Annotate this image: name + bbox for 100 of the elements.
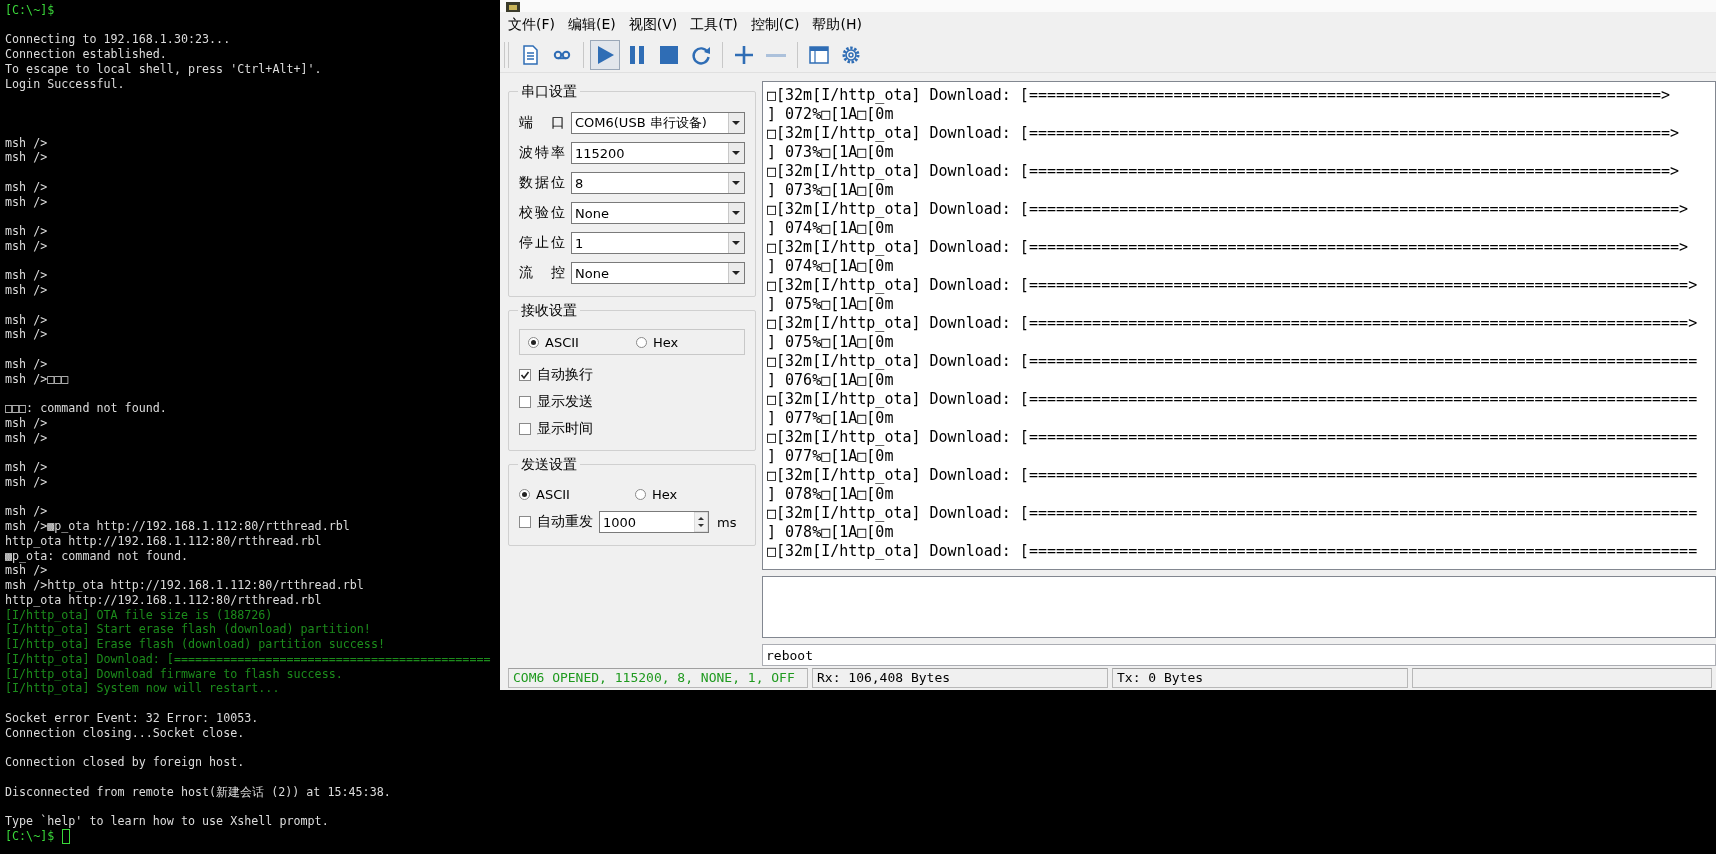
terminal-line: [I/http_ota] Start erase flash (download) partition! (5, 622, 371, 638)
menu-item[interactable]: 文件(F) (502, 16, 561, 34)
terminal-line: msh />▩p_ota http://192.168.1.112:80/rtthread.rbl (5, 519, 350, 535)
shell-prompt: [C:\~]$ (5, 828, 55, 844)
command-field[interactable]: reboot (762, 644, 1716, 666)
checkbox-option[interactable]: 自动重发 (519, 508, 593, 536)
output-line: ] 078%□[1A□[0m (767, 523, 894, 541)
checkbox-option[interactable]: 自动换行 (519, 361, 745, 388)
output-line: ] 075%□[1A□[0m (767, 295, 894, 313)
terminal-line: □□□: command not found. (5, 401, 167, 417)
radio-button[interactable]: ASCII (519, 486, 629, 502)
caret-icon (728, 113, 744, 133)
terminal-line: [I/http_ota] Download firmware to flash success. (5, 666, 343, 682)
terminal-line: ▩p_ota: command not found. (5, 548, 188, 564)
menu-item[interactable]: 控制(C) (744, 16, 806, 34)
output-line: □[32m[I/http_ota] Download: [========================================================================== (767, 390, 1698, 408)
group-title: 接收设置 (518, 301, 580, 319)
terminal-line: msh /> (5, 327, 48, 343)
output-line: □[32m[I/http_ota] Download: [========================================================================> (767, 200, 1689, 218)
menu-item[interactable]: 编辑(E) (562, 16, 622, 34)
output-line: ] 078%□[1A□[0m (767, 485, 894, 503)
caret-icon (728, 173, 744, 193)
menu-item[interactable]: 视图(V) (622, 16, 684, 34)
terminal-line: msh /> (5, 150, 48, 166)
menu-item[interactable]: 工具(T) (684, 16, 744, 34)
output-line: □[32m[I/http_ota] Download: [=========================================================================> (767, 314, 1698, 332)
checkbox-option[interactable]: 显示时间 (519, 415, 745, 442)
output-line: □[32m[I/http_ota] Download: [========================================================================== (767, 504, 1698, 522)
terminal-line: Login Successful. (5, 76, 125, 92)
menu-item[interactable]: 帮助(H) (806, 16, 868, 34)
terminal-line: http_ota http://192.168.1.112:80/rtthread.rbl (5, 592, 322, 608)
caret-icon (728, 233, 744, 253)
dropdown[interactable]: None (571, 202, 745, 224)
terminal-line: msh /> (5, 194, 48, 210)
send-area[interactable] (762, 576, 1716, 638)
terminal-line: Connection closing...Socket close. (5, 725, 245, 741)
terminal-line: Disconnected from remote host(新建会话 (2)) at 15:45:38. (5, 784, 391, 800)
dropdown[interactable]: 1 (571, 232, 745, 254)
output-line: ] 076%□[1A□[0m (767, 371, 894, 389)
output-line: ] 074%□[1A□[0m (767, 257, 894, 275)
terminal-line: msh /> (5, 356, 48, 372)
radio-button[interactable]: ASCII (528, 334, 636, 350)
stop-icon (658, 44, 680, 66)
output-line: □[32m[I/http_ota] Download: [=======================================================================> (767, 162, 1680, 180)
field-label: 端 口 (519, 114, 565, 132)
terminal-line: [I/http_ota] Download: [============================================= (5, 651, 491, 667)
terminal-line: msh /> (5, 312, 48, 328)
status-cell: COM6 OPENED, 115200, 8, NONE, 1, OFF (508, 668, 808, 688)
terminal-line: To escape to local shell, press 'Ctrl+Alt+]'. (5, 61, 322, 77)
terminal-line: msh /> (5, 474, 48, 490)
terminal-line: msh /> (5, 504, 48, 520)
terminal-line: msh />□□□ (5, 371, 69, 387)
checkbox[interactable] (519, 422, 531, 435)
dropdown[interactable]: 115200 (571, 142, 745, 164)
refresh-icon (690, 44, 712, 66)
field-label: 波特率 (519, 144, 565, 162)
dropdown[interactable]: None (571, 262, 745, 284)
spin-arrows-icon[interactable] (694, 512, 708, 532)
group-title: 发送设置 (518, 455, 580, 473)
field-label: 数据位 (519, 174, 565, 192)
terminal-line: msh />http_ota http://192.168.1.112:80/rtthread.rbl (5, 578, 364, 594)
play-button[interactable] (590, 40, 620, 70)
terminal-line: Socket error Event: 32 Error: 10053. (5, 710, 259, 726)
terminal-line: [I/http_ota] System now will restart... (5, 681, 280, 697)
caret-icon (728, 263, 744, 283)
output-line: □[32m[I/http_ota] Download: [========================================================================== (767, 542, 1698, 560)
output-line: □[32m[I/http_ota] Download: [=======================================================================> (767, 124, 1680, 142)
caret-icon (728, 143, 744, 163)
group-title: 串口设置 (518, 82, 580, 100)
terminal-line: Connecting to 192.168.1.30:23... (5, 32, 231, 48)
field-label: 校验位 (519, 204, 565, 222)
checkbox[interactable] (519, 395, 531, 408)
radio-button[interactable]: Hex (636, 334, 744, 350)
output-line: □[32m[I/http_ota] Download: [========================================================================== (767, 428, 1698, 446)
dropdown[interactable]: 8 (571, 172, 745, 194)
output-line: □[32m[I/http_ota] Download: [======================================================================> (767, 86, 1671, 104)
terminal-line: msh /> (5, 179, 48, 195)
window-icon (808, 44, 830, 66)
dropdown[interactable]: COM6(USB 串行设备) (571, 112, 745, 134)
field-label: 停止位 (519, 234, 565, 252)
status-cell: Rx: 106,408 Bytes (812, 668, 1108, 688)
radio-button[interactable]: Hex (635, 486, 745, 502)
output-line: ] 073%□[1A□[0m (767, 181, 894, 199)
field-label: 流 控 (519, 264, 565, 282)
output-line: □[32m[I/http_ota] Download: [========================================================================> (767, 238, 1689, 256)
terminal-line: [I/http_ota] Erase flash (download) partition success! (5, 637, 385, 653)
output-line: ] 073%□[1A□[0m (767, 143, 894, 161)
output-line: ] 074%□[1A□[0m (767, 219, 894, 237)
checkbox[interactable] (519, 368, 531, 381)
output-line: □[32m[I/http_ota] Download: [========================================================================== (767, 352, 1698, 370)
terminal-line: msh /> (5, 268, 48, 284)
output-line: ] 072%□[1A□[0m (767, 105, 894, 123)
output-line: □[32m[I/http_ota] Download: [=========================================================================> (767, 276, 1698, 294)
checkbox[interactable] (519, 516, 531, 528)
unit-label: ms (717, 514, 737, 530)
caret-icon (728, 203, 744, 223)
terminal-line: msh /> (5, 430, 48, 446)
checkbox-option[interactable]: 显示发送 (519, 388, 745, 415)
output-line: ] 077%□[1A□[0m (767, 409, 894, 427)
number-field[interactable]: 1000 (599, 511, 709, 533)
